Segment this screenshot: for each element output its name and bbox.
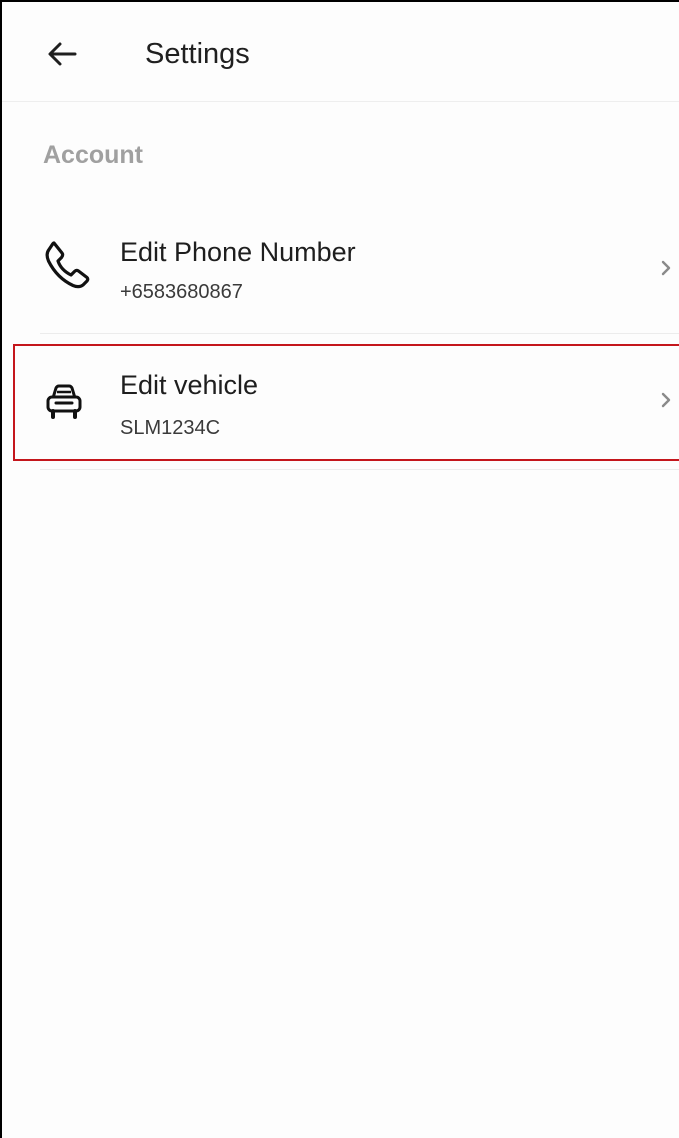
back-button[interactable]	[44, 34, 80, 74]
car-icon	[40, 377, 88, 425]
top-app-bar: Settings	[2, 2, 679, 102]
row-subtitle-phone-number: +6583680867	[120, 281, 243, 303]
arrow-left-icon	[48, 42, 77, 66]
row-title: Edit Phone Number	[120, 237, 356, 267]
page-title: Settings	[145, 38, 250, 70]
chevron-right-icon	[657, 257, 675, 279]
settings-item-edit-phone[interactable]: Edit Phone Number +6583680867	[40, 214, 679, 334]
app-screen: Settings Account Edit Phone Number +6583…	[0, 0, 679, 1138]
row-title: Edit vehicle	[120, 370, 259, 400]
divider	[40, 469, 679, 470]
row-subtitle-vehicle-plate: SLM1234C	[120, 417, 221, 439]
section-label-account: Account	[43, 141, 143, 169]
settings-item-edit-vehicle[interactable]: Edit vehicle SLM1234C	[18, 345, 679, 465]
phone-icon	[42, 240, 90, 289]
chevron-right-icon	[657, 389, 675, 411]
